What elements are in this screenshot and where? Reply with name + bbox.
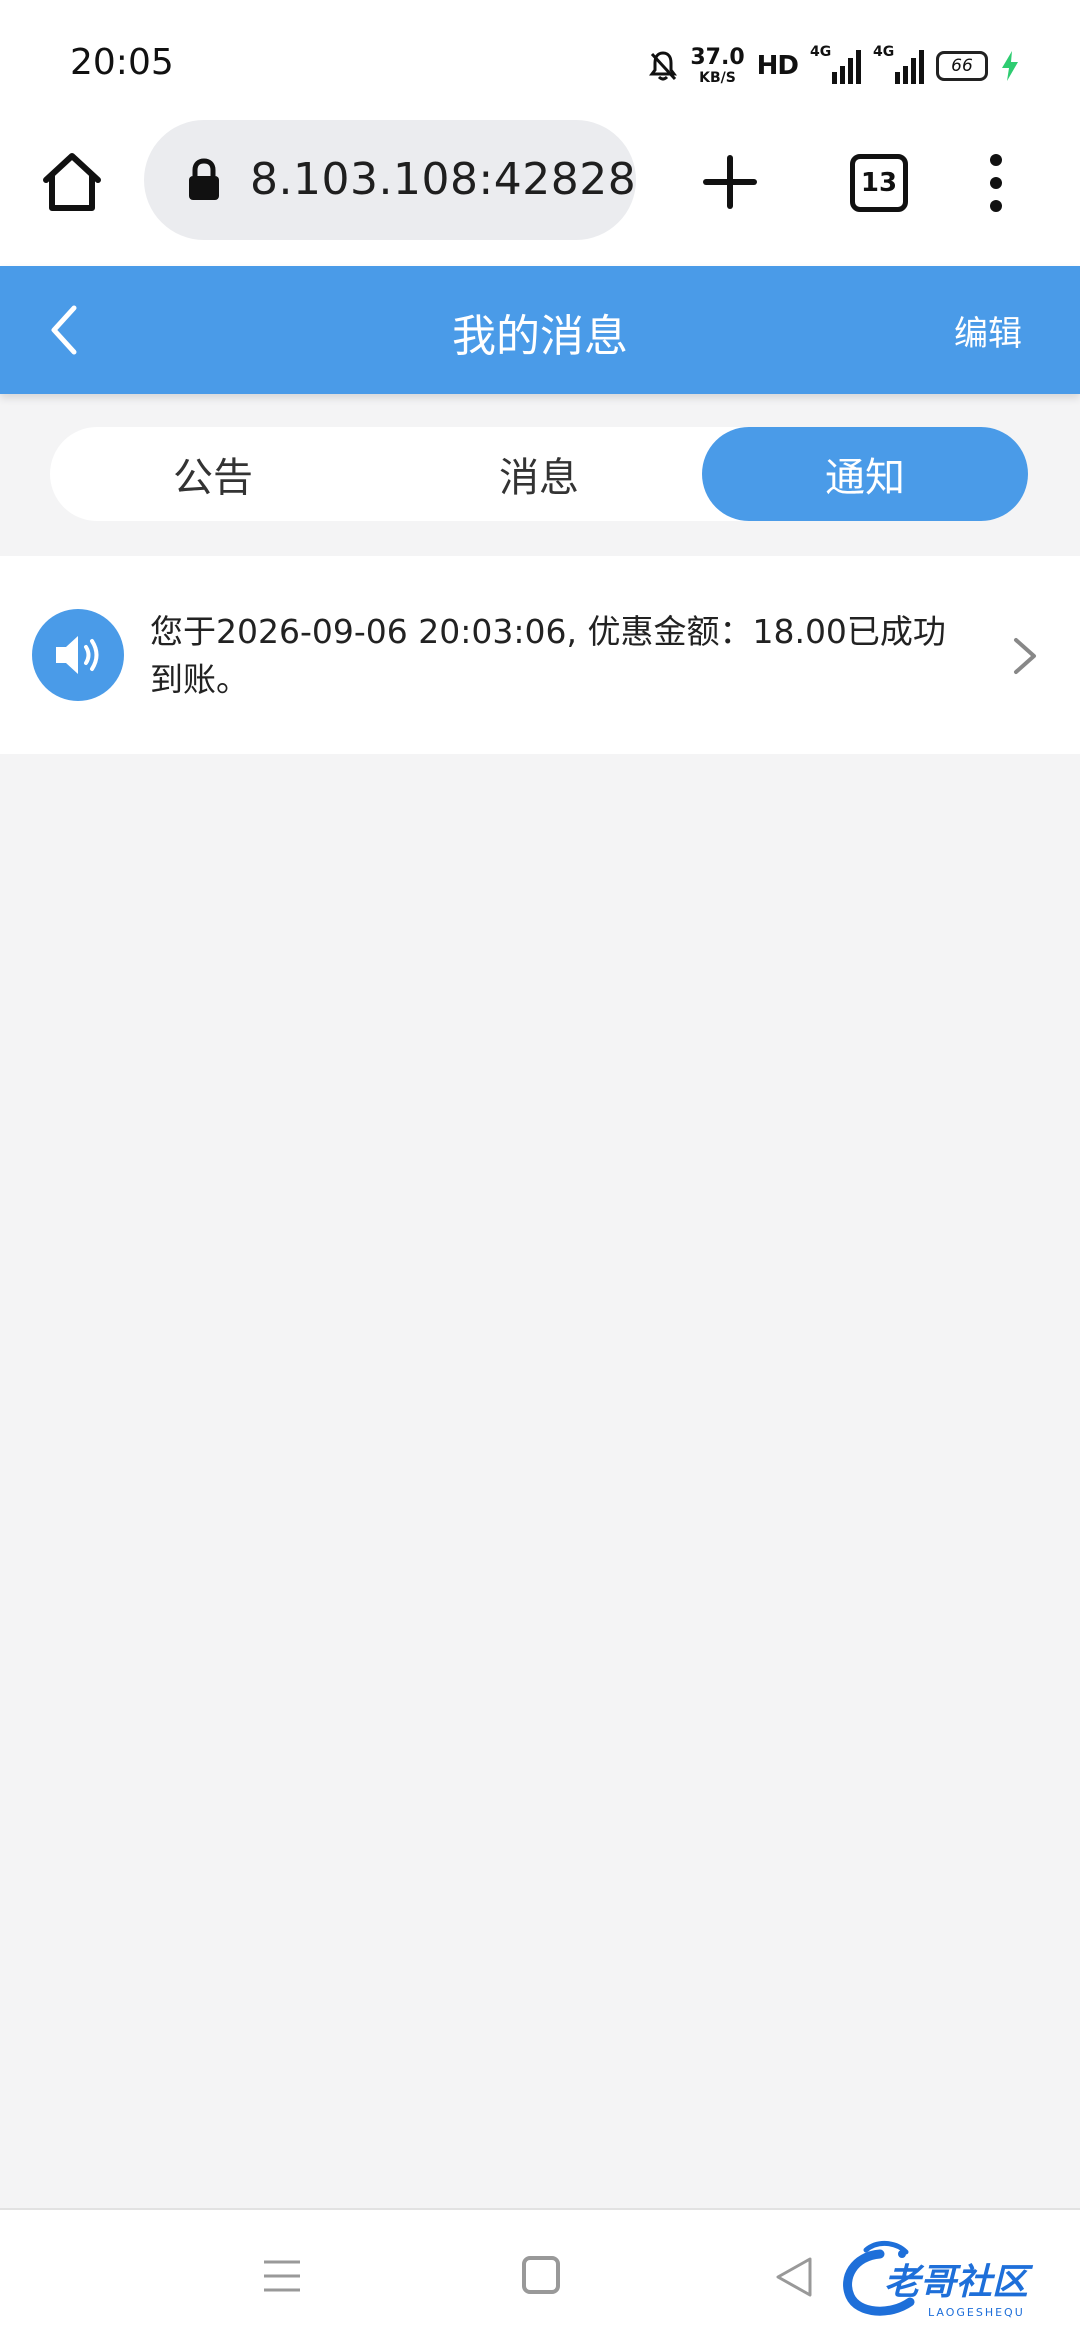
tab-bar: 公告 消息 通知 — [50, 427, 1028, 521]
hd-label: HD — [756, 51, 799, 81]
net-speed-unit: KB/S — [699, 70, 736, 86]
tab-count-button[interactable]: 13 — [850, 154, 908, 212]
speaker-icon — [56, 636, 99, 674]
signal-icon: 4G — [873, 44, 924, 84]
tab-count-value: 13 — [860, 168, 898, 198]
plus-icon[interactable] — [700, 152, 760, 212]
net-speed: 37.0 KB/S — [690, 45, 745, 86]
charging-icon — [1002, 51, 1018, 81]
signal-icon: 4G — [810, 44, 861, 84]
menu-icon[interactable] — [262, 2258, 302, 2294]
url-text[interactable]: 8.103.108:42828 — [250, 154, 636, 205]
page-title: 我的消息 — [452, 311, 628, 362]
watermark-logo: 老哥社区 LAOGESHEQU — [843, 2241, 1034, 2319]
watermark-subtext: LAOGESHEQU — [928, 2306, 1025, 2319]
battery-icon: 66 — [936, 51, 988, 81]
tab-messages[interactable]: 消息 — [376, 427, 702, 521]
watermark-text: 老哥社区 — [884, 2262, 1034, 2303]
lock-icon — [189, 158, 219, 200]
status-bar: 20:05 37.0 KB/S HD 4G 4G 66 — [0, 0, 1080, 112]
tab-announcements[interactable]: 公告 — [50, 427, 376, 521]
home-square-icon[interactable] — [522, 2256, 560, 2294]
home-icon[interactable] — [40, 150, 104, 214]
browser-bar: 8.103.108:42828 13 — [0, 112, 1080, 268]
edit-button[interactable]: 编辑 — [954, 306, 1022, 355]
more-vert-icon[interactable] — [980, 152, 1012, 214]
back-triangle-icon[interactable] — [774, 2256, 814, 2298]
chevron-right-icon — [1014, 638, 1036, 674]
message-text: 您于2026-09-06 20:03:06, 优惠金额：18.00已成功到账。 — [150, 612, 946, 699]
battery-level: 66 — [951, 56, 973, 76]
status-icons: 37.0 KB/S HD 4G 4G 66 — [648, 44, 1020, 88]
list-item[interactable]: 您于2026-09-06 20:03:06, 优惠金额：18.00已成功到账。 — [0, 556, 1080, 754]
bell-off-icon — [649, 51, 678, 81]
message-avatar — [32, 609, 124, 701]
url-bar[interactable]: 8.103.108:42828 — [144, 120, 636, 240]
system-nav-bar: 老哥社区 LAOGESHEQU — [0, 2208, 1080, 2342]
tab-notifications[interactable]: 通知 — [702, 427, 1028, 521]
message-list: 您于2026-09-06 20:03:06, 优惠金额：18.00已成功到账。 — [0, 556, 1080, 754]
signal-1-label: 4G — [810, 44, 832, 60]
app-header: 我的消息 编辑 — [0, 266, 1080, 394]
signal-2-label: 4G — [873, 44, 895, 60]
net-speed-value: 37.0 — [690, 45, 745, 70]
status-time: 20:05 — [70, 42, 174, 83]
